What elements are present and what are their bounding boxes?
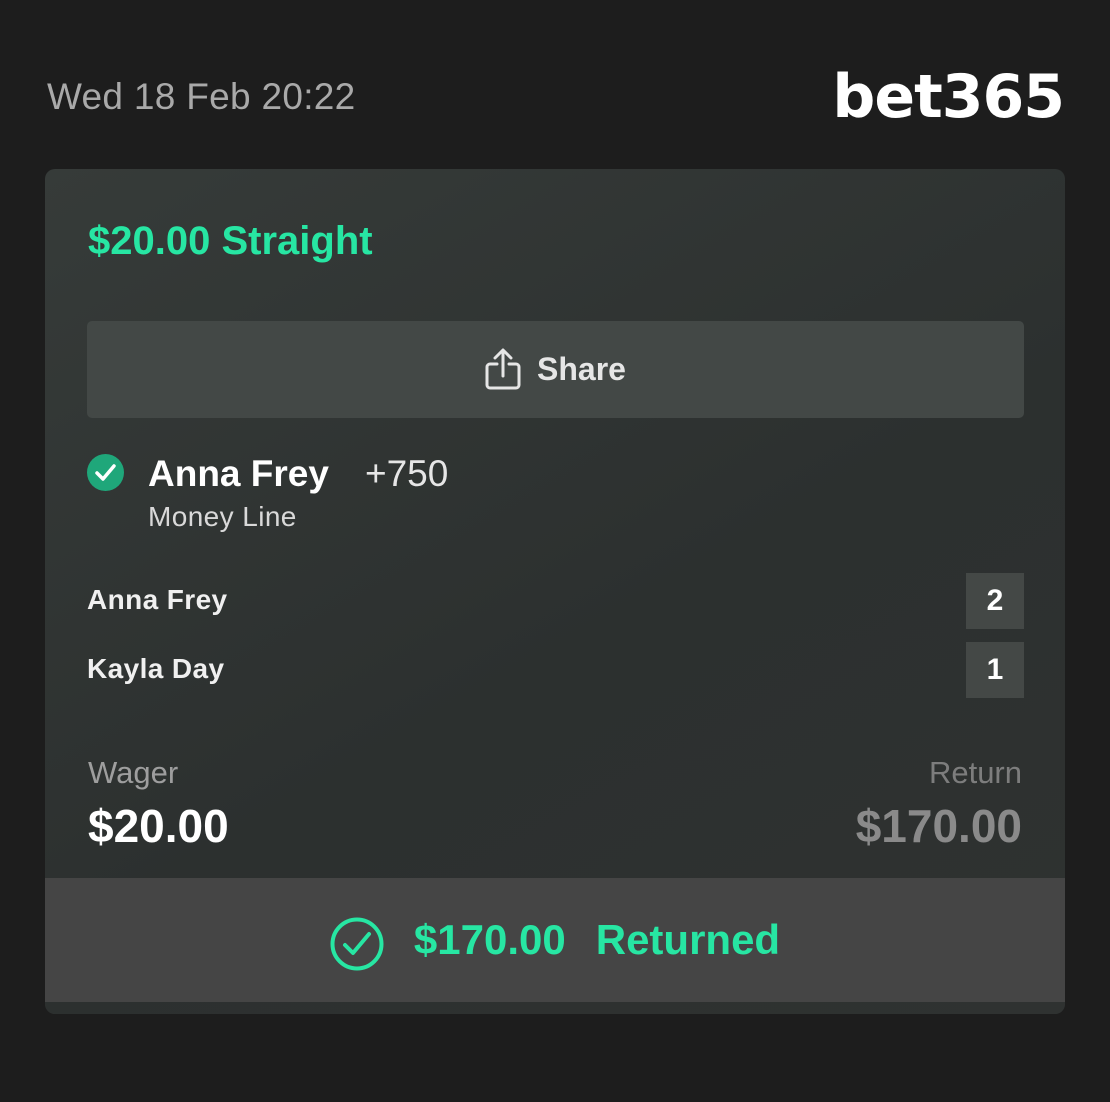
result-bar: $170.00 Returned: [45, 878, 1065, 1002]
player-name: Anna Frey: [87, 584, 228, 615]
result-amount: $170.00: [413, 916, 566, 963]
share-icon: [485, 348, 521, 390]
selection: Anna Frey +750 Money Line: [87, 451, 1024, 541]
bet-title: $20.00 Straight: [88, 219, 373, 263]
timestamp: Wed 18 Feb 20:22: [47, 76, 356, 117]
player-score: 2: [966, 573, 1024, 629]
wager-label: Wager: [88, 755, 179, 790]
return-value: $170.00: [855, 800, 1022, 852]
bet-receipt-page: Wed 18 Feb 20:22 bet365 $20.00 Straight …: [0, 0, 1110, 1102]
brand-logo: bet365: [832, 62, 1065, 132]
bet-card: $20.00 Straight Share Anna Frey +750 Mon: [45, 169, 1065, 1014]
player-score: 1: [966, 642, 1024, 698]
return-label: Return: [928, 755, 1022, 790]
result-status: Returned: [595, 916, 781, 963]
score-row: Anna Frey 2: [87, 573, 1024, 629]
check-circle-icon: [87, 454, 124, 491]
share-label: Share: [537, 351, 626, 387]
share-button[interactable]: Share: [87, 321, 1024, 418]
wager-value: $20.00: [88, 800, 229, 852]
selection-name: Anna Frey: [148, 453, 329, 494]
score-row: Kayla Day 1: [87, 642, 1024, 698]
market-type: Money Line: [148, 501, 297, 532]
player-name: Kayla Day: [87, 653, 225, 684]
selection-odds: +750: [365, 453, 449, 494]
check-circle-outline-icon: [330, 917, 384, 971]
